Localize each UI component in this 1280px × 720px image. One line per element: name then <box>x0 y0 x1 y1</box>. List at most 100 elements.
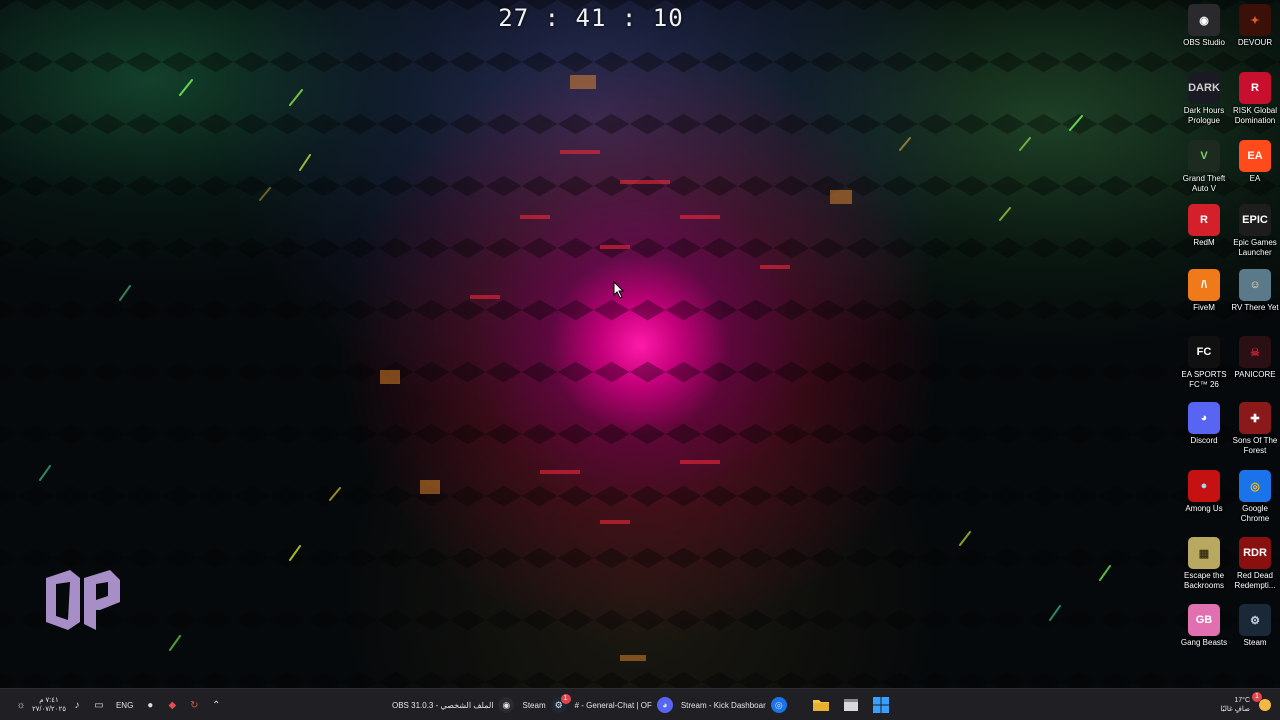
desktop-icon-label: FiveM <box>1193 303 1215 312</box>
chrome-icon: ◎ <box>770 697 787 713</box>
gta-icon: V <box>1188 140 1220 172</box>
desktop-icon-gta[interactable]: V Grand Theft Auto V <box>1178 140 1230 204</box>
sons-of-the-forest-icon: ✚ <box>1239 402 1271 434</box>
desktop-icon-label: Dark Hours Prologue <box>1183 106 1225 125</box>
desktop-icon-ea-sports-fc[interactable]: FC EA SPORTS FC™ 26 <box>1178 336 1230 400</box>
network-icon[interactable]: ▭ <box>92 698 106 712</box>
taskbar-clock[interactable]: ٧:٤١ م ٢٧/٠٧/٢٠٢٥ <box>32 696 66 714</box>
mouse-cursor-icon <box>613 281 625 299</box>
window-app-icon[interactable] <box>840 694 862 716</box>
taskbar-task-chrome[interactable]: Stream - Kick Dashboar ◎ <box>677 689 791 720</box>
language-indicator[interactable]: ENG <box>116 701 133 710</box>
weather-widget[interactable]: 17°C صافٍ غالبًا <box>1221 696 1250 714</box>
microphone-icon[interactable]: ● <box>143 698 157 712</box>
desktop-icon-rv-there-yet[interactable]: ☺ RV There Yet <box>1229 269 1280 333</box>
desktop-icon-label: Google Chrome <box>1240 504 1270 523</box>
volume-icon[interactable]: ♪ <box>70 698 84 712</box>
desktop-icon-redm[interactable]: R RedM <box>1178 204 1230 268</box>
steam-icon: ⚙ <box>1239 604 1271 636</box>
wallpaper-glow-lines <box>39 75 1111 661</box>
taskbar-date: ٢٧/٠٧/٢٠٢٥ <box>32 706 66 713</box>
desktop-icon-label: RISK Global Domination <box>1232 106 1278 125</box>
desktop-icon-dark-hours[interactable]: DARK Dark Hours Prologue <box>1178 72 1230 136</box>
start-windows-icon[interactable] <box>870 694 892 716</box>
tray-app-icon[interactable]: ◆ <box>165 698 179 712</box>
desktop-icon-label: OBS Studio <box>1183 38 1225 47</box>
desktop-icon-label: Discord <box>1190 436 1218 445</box>
epic-games-icon: EPIC <box>1239 204 1271 236</box>
system-tray: ☼ ٧:٤١ م ٢٧/٠٧/٢٠٢٥ ♪ ▭ ENG ● ◆ ↻ ⌃ <box>10 689 227 720</box>
desktop-icon-label: RV There Yet <box>1231 303 1279 312</box>
desktop-icon-label: Red Dead Redempti... <box>1234 571 1276 590</box>
desktop-icon-ea[interactable]: EA EA <box>1229 140 1280 204</box>
rv-there-yet-icon: ☺ <box>1239 269 1271 301</box>
fivem-icon: /\ <box>1188 269 1220 301</box>
red-dead-icon: RDR <box>1239 537 1271 569</box>
desktop-icon-label: Sons Of The Forest <box>1232 436 1278 455</box>
desktop-icon-steam[interactable]: ⚙ Steam <box>1229 604 1280 668</box>
desktop-icon-discord[interactable]: ◕ Discord <box>1178 402 1230 466</box>
desktop-icon-label: DEVOUR <box>1237 38 1273 47</box>
desktop-icon-label: EA SPORTS FC™ 26 <box>1181 370 1227 389</box>
desktop-icon-label: EA <box>1249 174 1261 183</box>
desktop-icon-label: Steam <box>1243 638 1267 647</box>
chrome-icon: ◎ <box>1239 470 1271 502</box>
desktop-icon-label: Epic Games Launcher <box>1233 238 1277 257</box>
sync-icon[interactable]: ↻ <box>187 698 201 712</box>
desktop-icon-escape-backrooms[interactable]: ▦ Escape the Backrooms <box>1178 537 1230 601</box>
desktop-icon-panicore[interactable]: ☠ PANICORE <box>1229 336 1280 400</box>
notification-badge: 1 <box>1252 692 1262 702</box>
desktop-icon-gang-beasts[interactable]: GB Gang Beasts <box>1178 604 1230 668</box>
desktop-icon-label: Grand Theft Auto V <box>1182 174 1226 193</box>
desktop-icon-sons-of-the-forest[interactable]: ✚ Sons Of The Forest <box>1229 402 1280 466</box>
chevron-up-icon[interactable]: ⌃ <box>209 698 223 712</box>
gang-beasts-icon: GB <box>1188 604 1220 636</box>
taskbar-pinned-apps <box>806 689 896 720</box>
weather-icon[interactable]: ☼ <box>14 698 28 712</box>
desktop-icon-fivem[interactable]: /\ FiveM <box>1178 269 1230 333</box>
taskbar-task-label: # - General-Chat | OF <box>574 700 652 710</box>
risk-icon: R <box>1239 72 1271 104</box>
desktop-icon-label: Escape the Backrooms <box>1183 571 1225 590</box>
desktop-icon-label: PANICORE <box>1234 370 1276 379</box>
channel-logo-watermark <box>46 570 120 630</box>
taskbar-right-area: 17°C صافٍ غالبًا 1 <box>1221 689 1274 720</box>
desktop-icon-label: Gang Beasts <box>1180 638 1228 647</box>
desktop-icon-label: Among Us <box>1185 504 1223 513</box>
taskbar: ☼ ٧:٤١ م ٢٧/٠٧/٢٠٢٥ ♪ ▭ ENG ● ◆ ↻ ⌃ OBS … <box>0 688 1280 720</box>
desktop-icon-red-dead[interactable]: RDR Red Dead Redempti... <box>1229 537 1280 601</box>
file-explorer-icon[interactable] <box>810 694 832 716</box>
desktop-icon-obs[interactable]: ◉ OBS Studio <box>1178 4 1230 68</box>
desktop-icon-risk[interactable]: R RISK Global Domination <box>1229 72 1280 136</box>
taskbar-task-label: Steam <box>522 700 546 710</box>
taskbar-time: ٧:٤١ م <box>39 697 59 704</box>
taskbar-task-discord[interactable]: # - General-Chat | OF 1 ◕ <box>560 689 677 720</box>
desktop-wallpaper <box>0 0 1280 688</box>
taskbar-task-label: Stream - Kick Dashboar <box>680 700 766 710</box>
dark-hours-icon: DARK <box>1188 72 1220 104</box>
stream-timer: 27 : 41 : 10 <box>498 4 684 32</box>
desktop-icon-grid: ◉ OBS Studio ✦ DEVOUR DARK Dark Hours Prologu… <box>1178 4 1280 680</box>
obs-icon: ◉ <box>1188 4 1220 36</box>
among-us-icon: ● <box>1188 470 1220 502</box>
devour-icon: ✦ <box>1239 4 1271 36</box>
taskbar-running-apps: OBS 31.0.3 - الملف الشخصي ◉ Steam ⚙ # - Gene… <box>388 689 791 720</box>
discord-icon: ◕ <box>656 697 673 713</box>
desktop-icon-among-us[interactable]: ● Among Us <box>1178 470 1230 534</box>
notifications-button[interactable]: 1 <box>1252 692 1274 714</box>
taskbar-task-label: OBS 31.0.3 - الملف الشخصي <box>392 700 494 710</box>
desktop-icon-chrome[interactable]: ◎ Google Chrome <box>1229 470 1280 534</box>
desktop-icon-epic-games[interactable]: EPIC Epic Games Launcher <box>1229 204 1280 268</box>
redm-icon: R <box>1188 204 1220 236</box>
desktop-icon-devour[interactable]: ✦ DEVOUR <box>1229 4 1280 68</box>
taskbar-task-obs[interactable]: OBS 31.0.3 - الملف الشخصي ◉ <box>388 689 518 720</box>
weather-temperature: 17°C <box>1234 697 1250 704</box>
ea-sports-fc-icon: FC <box>1188 336 1220 368</box>
panicore-icon: ☠ <box>1239 336 1271 368</box>
ea-icon: EA <box>1239 140 1271 172</box>
weather-description: صافٍ غالبًا <box>1220 706 1250 713</box>
obs-icon: ◉ <box>498 697 515 713</box>
desktop-icon-label: RedM <box>1193 238 1215 247</box>
discord-icon: ◕ <box>1188 402 1220 434</box>
task-badge: 1 <box>560 694 571 704</box>
